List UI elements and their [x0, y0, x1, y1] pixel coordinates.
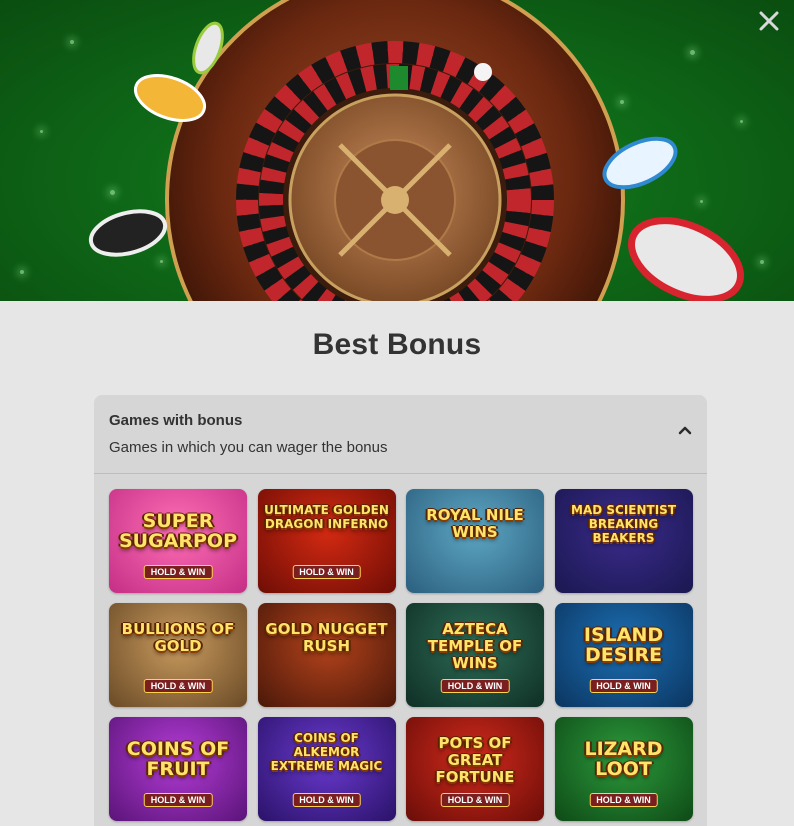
game-title: Coins of Fruit [126, 738, 230, 780]
game-title: Coins of Alkemor Extreme Magic [270, 731, 383, 773]
game-tile[interactable]: Ultimate Golden Dragon Inferno HOLD & WIN [257, 489, 396, 593]
game-badge: HOLD & WIN [589, 793, 658, 807]
close-button[interactable] [758, 10, 786, 38]
game-title: Gold Nugget Rush [265, 620, 388, 655]
game-tile[interactable]: Lizard Loot HOLD & WIN [554, 717, 693, 821]
accordion-subtitle: Games in which you can wager the bonus [109, 439, 388, 456]
game-thumbnail [406, 489, 544, 593]
game-tile[interactable]: Mad Scientist Breaking Beakers [554, 489, 693, 593]
game-tile[interactable]: Island Desire HOLD & WIN [554, 603, 693, 707]
game-grid: Super SugarPop HOLD & WIN Ultimate Golden … [109, 489, 693, 821]
game-badge: HOLD & WIN [292, 565, 361, 579]
game-tile[interactable]: Pots of Great Fortune HOLD & WIN [406, 717, 544, 821]
game-title: Bullions of Gold [121, 620, 235, 655]
close-icon [759, 11, 779, 31]
chevron-up-icon[interactable] [677, 422, 693, 438]
game-title: Island Desire [583, 624, 664, 666]
game-title: Mad Scientist Breaking Beakers [571, 503, 676, 545]
game-tile[interactable]: Coins of Alkemor Extreme Magic HOLD & WIN [257, 717, 396, 821]
game-tile[interactable]: Royal Nile Wins [406, 489, 544, 593]
game-badge: HOLD & WIN [143, 565, 213, 579]
game-badge: HOLD & WIN [292, 793, 361, 807]
game-title: Super SugarPop [118, 510, 238, 552]
game-tile[interactable]: Coins of Fruit HOLD & WIN [109, 717, 247, 821]
game-badge: HOLD & WIN [143, 793, 213, 807]
game-title: Azteca Temple of Wins [427, 620, 523, 672]
page-title: Best Bonus [312, 328, 482, 361]
game-badge: HOLD & WIN [589, 679, 658, 693]
game-tile[interactable]: Bullions of Gold HOLD & WIN [109, 603, 247, 707]
games-with-bonus-accordion: Games with bonus Games in which you can … [94, 395, 707, 826]
hero-banner [0, 0, 794, 301]
game-title: Ultimate Golden Dragon Inferno [264, 503, 389, 531]
game-title: Royal Nile Wins [426, 506, 524, 541]
game-badge: HOLD & WIN [143, 679, 213, 693]
game-badge: HOLD & WIN [440, 793, 510, 807]
game-thumbnail [257, 603, 396, 707]
game-tile[interactable]: Gold Nugget Rush [257, 603, 396, 707]
accordion-title: Games with bonus [109, 412, 243, 429]
accordion-header[interactable]: Games with bonus Games in which you can … [94, 395, 707, 474]
game-tile[interactable]: Azteca Temple of Wins HOLD & WIN [406, 603, 544, 707]
game-title: Lizard Loot [584, 738, 663, 780]
game-title: Pots of Great Fortune [435, 734, 515, 786]
game-tile[interactable]: Super SugarPop HOLD & WIN [109, 489, 247, 593]
bonus-modal: Best Bonus Games with bonus Games in whi… [0, 0, 794, 826]
game-badge: HOLD & WIN [440, 679, 510, 693]
roulette-wheel-image [88, 0, 744, 301]
